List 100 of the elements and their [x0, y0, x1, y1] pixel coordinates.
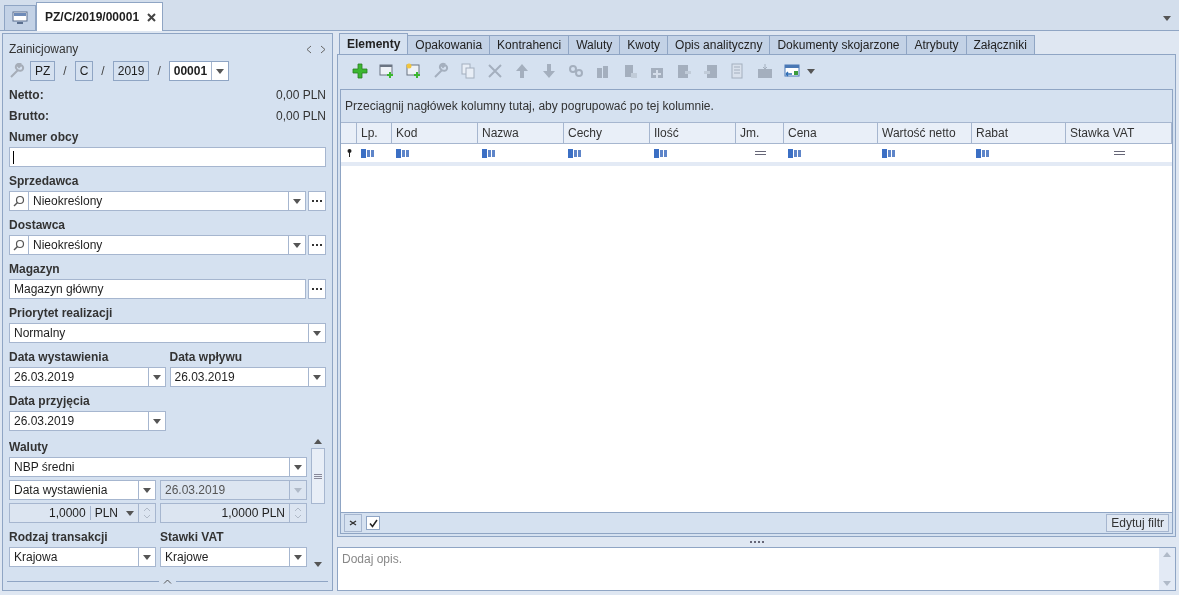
dropdown-arrow-icon: [143, 554, 151, 560]
description-field[interactable]: Dodaj opis.: [337, 547, 1176, 591]
dropdown-field[interactable]: 26.03.2019: [169, 367, 326, 387]
total-label: Netto:: [9, 87, 44, 102]
equals-icon: [1113, 151, 1125, 155]
dropdown-field[interactable]: Data wystawienia: [9, 480, 156, 500]
dropdown-arrow-icon: [152, 374, 161, 380]
text-filter-icon: [482, 148, 497, 158]
lookup-field[interactable]: Nieokreślony: [9, 235, 306, 255]
tab[interactable]: Załączniki: [965, 35, 1035, 54]
dropdown-field[interactable]: Normalny: [9, 323, 326, 343]
ellipsis-button[interactable]: [308, 191, 326, 211]
plus-icon: [351, 62, 369, 80]
dropdown-arrow-icon: [1163, 581, 1171, 586]
edit-filter-button[interactable]: Edytuj filtr: [1106, 514, 1169, 532]
ellipsis-button[interactable]: [308, 279, 326, 299]
tab[interactable]: Waluty: [568, 35, 621, 54]
home-tab[interactable]: [4, 5, 36, 30]
column-header[interactable]: Lp.: [357, 123, 392, 143]
document-tab[interactable]: PZ/C/2019/00001: [36, 2, 164, 31]
box-arrow-icon: [675, 62, 693, 80]
pin-icon: [346, 149, 352, 157]
input-field[interactable]: [9, 147, 326, 167]
monitor-icon: [12, 11, 28, 25]
separator-text: /: [156, 64, 162, 78]
total-value: 0,00 PLN: [275, 108, 326, 123]
total-value: 0,00 PLN: [275, 87, 326, 102]
dropdown-arrow-icon: [313, 374, 321, 380]
tab[interactable]: Opis analityczny: [667, 35, 771, 54]
column-header[interactable]: Stawka VAT: [1066, 123, 1172, 143]
chevron-up-icon[interactable]: [163, 578, 172, 584]
tab[interactable]: Dokumenty skojarzone: [769, 35, 908, 54]
field-label: Data przyjęcia: [9, 394, 91, 408]
lookup-field[interactable]: Nieokreślony: [9, 191, 306, 211]
number-dropdown[interactable]: 00001: [168, 61, 230, 81]
new-window-plus-icon: [405, 62, 423, 80]
spinner-icon: [144, 507, 150, 519]
column-header[interactable]: Nazwa: [478, 123, 564, 143]
tray-icon: [756, 62, 774, 80]
search-icon: [13, 239, 25, 251]
tab[interactable]: Kontrahenci: [489, 35, 570, 54]
field-label: Sprzedawca: [9, 174, 80, 188]
column-header[interactable]: Wartość netto: [878, 123, 972, 143]
ellipsis-button[interactable]: [308, 235, 326, 255]
clear-filter-button[interactable]: [344, 514, 362, 532]
status-text: Zainicjowany: [9, 42, 79, 56]
text-filter-icon: [976, 148, 991, 158]
tab[interactable]: Kwoty: [619, 35, 669, 54]
dropdown-field[interactable]: Krajowa: [9, 547, 156, 567]
field-label: Data wpływu: [169, 350, 244, 364]
dropdown-field[interactable]: 26.03.2019: [9, 411, 166, 431]
dropdown-arrow-icon: [294, 554, 302, 560]
cross-icon: [486, 62, 504, 80]
total-label: Brutto:: [9, 108, 49, 123]
dropdown-arrow-icon: [1163, 16, 1171, 21]
dropdown-arrow-icon: [294, 464, 302, 470]
group-hint: Przeciągnij nagłówek kolumny tutaj, aby pogrupować po tej kolumnie.: [341, 90, 1172, 123]
scrollbar[interactable]: [310, 439, 326, 567]
dropdown-arrow-icon: [313, 330, 321, 336]
dropdown-field[interactable]: Krajowe: [160, 547, 307, 567]
series-field: PZ: [30, 61, 56, 81]
text-filter-icon: [361, 148, 376, 158]
separator-text: /: [62, 64, 68, 78]
dropdown-field[interactable]: NBP średni: [9, 457, 307, 477]
up-arrow-icon: [513, 62, 531, 80]
field-label: Numer obcy: [9, 130, 80, 144]
window-plus-icon: [378, 62, 396, 80]
column-header[interactable]: Kod: [392, 123, 478, 143]
column-header[interactable]: Jm.: [736, 123, 784, 143]
column-header[interactable]: Cechy: [564, 123, 650, 143]
picker-field[interactable]: Magazyn główny: [9, 279, 306, 299]
separator-text: /: [100, 64, 106, 78]
field-label: Data wystawienia: [9, 350, 110, 364]
box-arrow-icon: [702, 62, 720, 80]
close-icon[interactable]: [147, 12, 157, 22]
dropdown-arrow-icon: [314, 562, 322, 567]
checkmark-icon: [368, 518, 378, 528]
dropdown-field[interactable]: 26.03.2019: [9, 367, 166, 387]
text-filter-icon: [568, 148, 583, 158]
dropdown-arrow-icon: [293, 198, 301, 204]
series-field: 2019: [112, 61, 150, 81]
tab[interactable]: Elementy: [339, 33, 409, 54]
next-icon[interactable]: [320, 44, 326, 54]
spinner-icon: [295, 507, 301, 519]
dropdown-arrow-icon: [216, 68, 225, 74]
previous-icon[interactable]: [306, 44, 312, 54]
down-arrow-icon: [540, 62, 558, 80]
field-label: Priorytet realizacji: [9, 306, 114, 320]
scrollbar[interactable]: [1159, 548, 1175, 590]
text-filter-icon: [396, 148, 411, 158]
series-field: C: [74, 61, 94, 81]
column-header[interactable]: Ilość: [650, 123, 736, 143]
grip-icon: [314, 473, 322, 479]
filter-checkbox[interactable]: [366, 516, 380, 530]
column-header[interactable]: Cena: [784, 123, 878, 143]
equals-icon: [754, 151, 766, 155]
field-label: Magazyn: [9, 262, 61, 276]
tab[interactable]: Opakowania: [407, 35, 491, 54]
column-header[interactable]: Rabat: [972, 123, 1066, 143]
tab[interactable]: Atrybuty: [906, 35, 967, 54]
